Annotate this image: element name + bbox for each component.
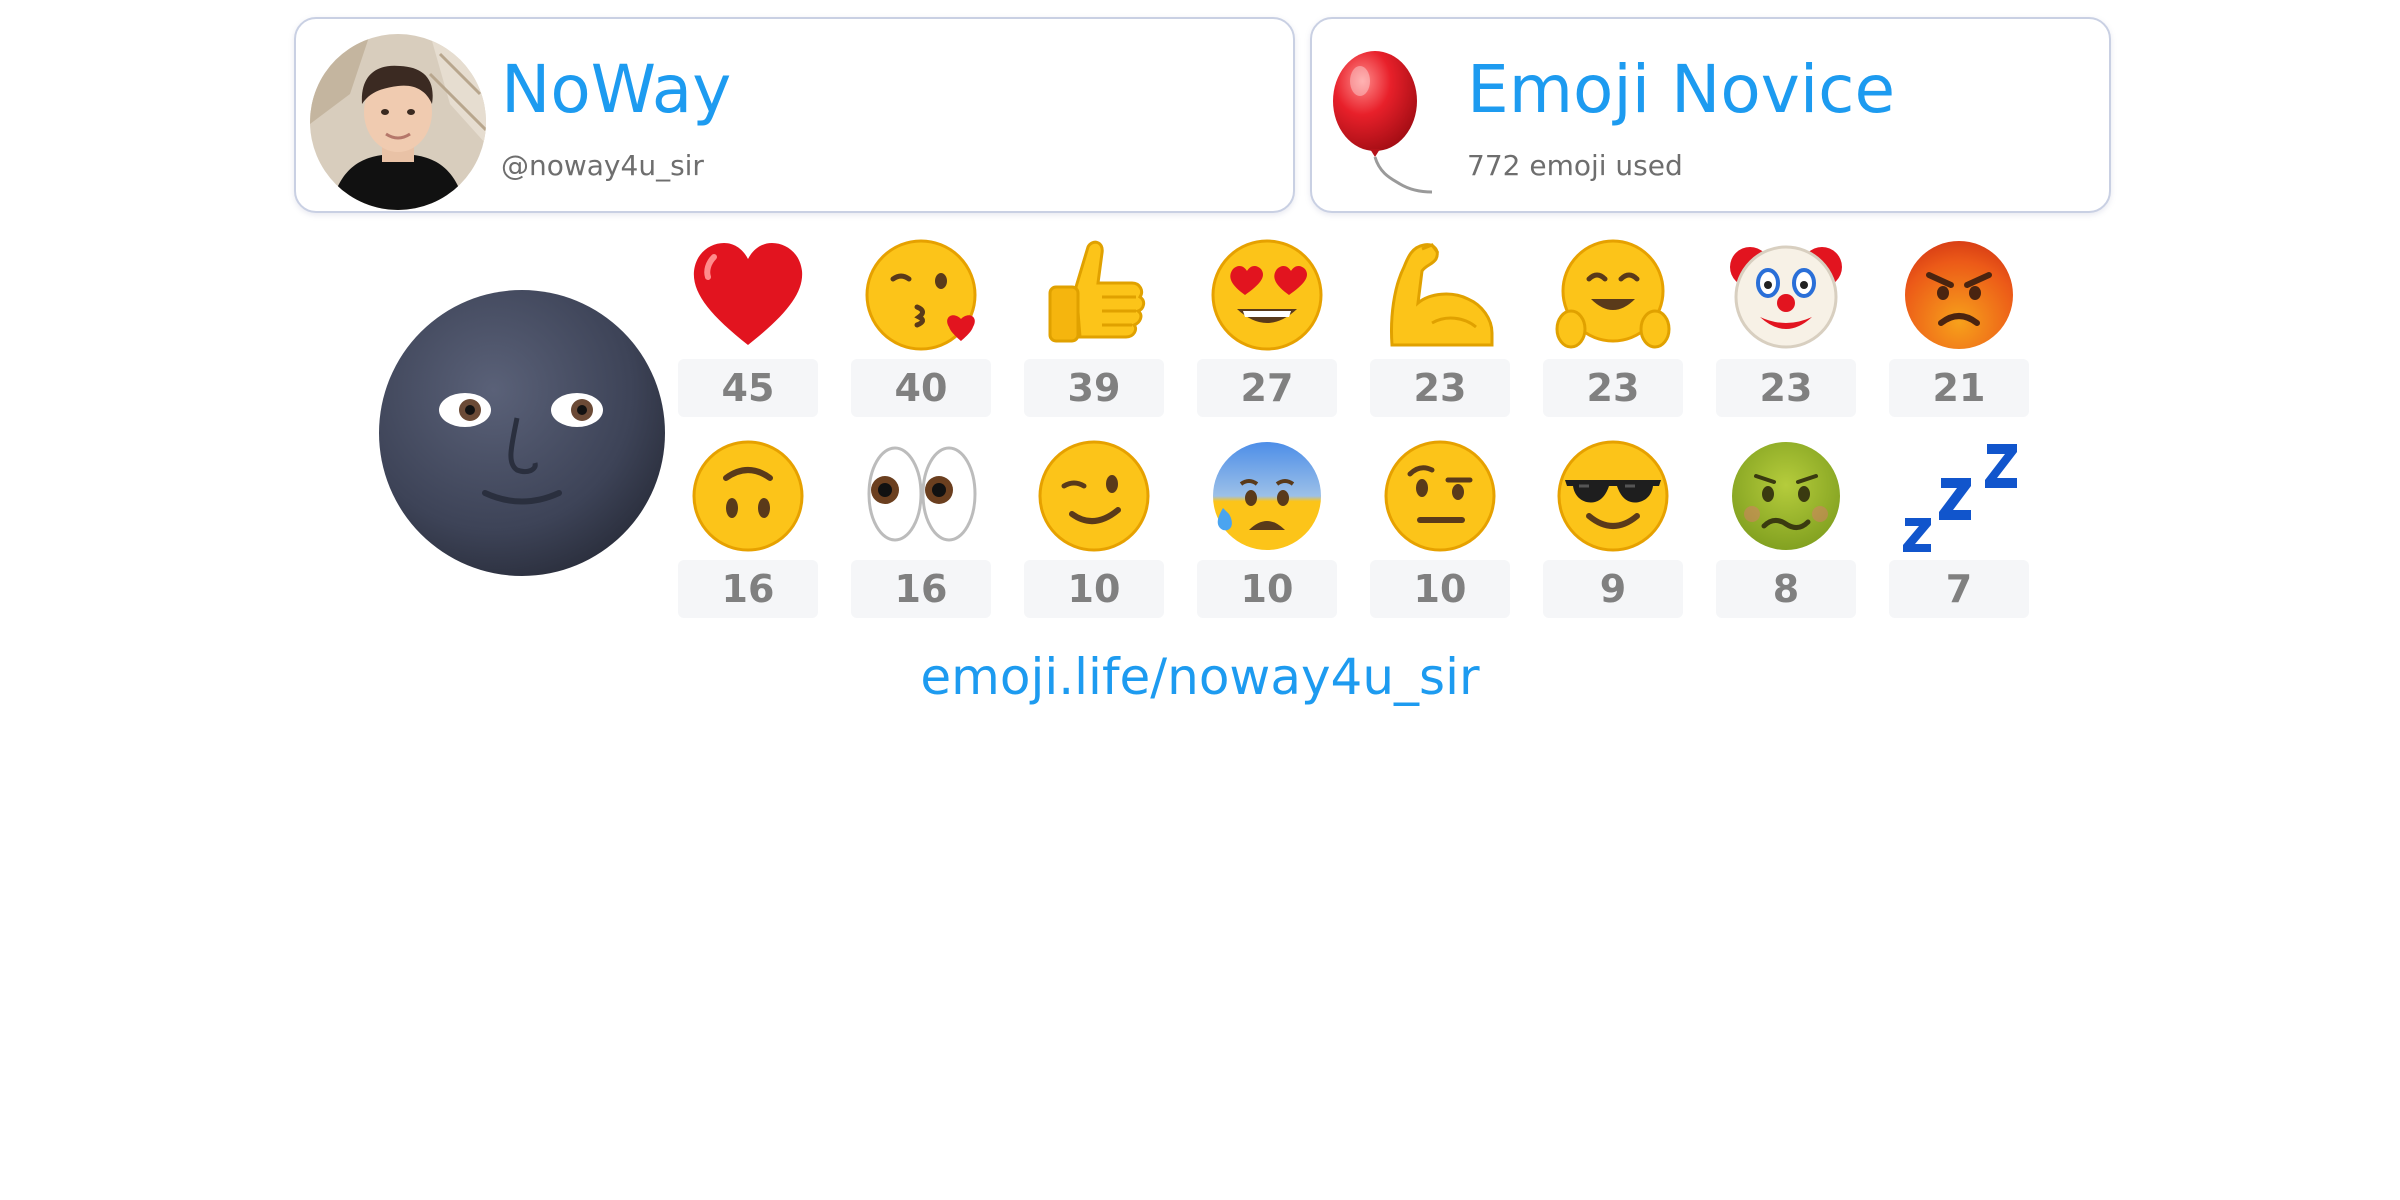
emoji-stats-grid: 45 40 39 27 23 23 23 21 16 16 10 10 10 9… [0,0,2400,700]
emoji-stat-item: 23 [1716,237,1856,427]
upside-down-face-icon [692,440,804,552]
red-heart-icon [693,243,803,345]
emoji-stat-item: 10 [1024,438,1164,628]
emoji-stat-item: 39 [1024,237,1164,427]
emoji-count: 10 [1024,560,1164,618]
emoji-count: 27 [1197,359,1337,417]
face-blowing-kiss-icon [865,239,977,351]
profile-link[interactable]: emoji.life/noway4u_sir [0,652,2400,702]
emoji-count: 16 [678,560,818,618]
emoji-count: 10 [1197,560,1337,618]
emoji-count: 10 [1370,560,1510,618]
nauseated-face-icon [1732,442,1840,550]
winking-face-icon [1038,440,1150,552]
emoji-stat-item: 9 [1543,438,1683,628]
emoji-count: 8 [1716,560,1856,618]
emoji-count: 39 [1024,359,1164,417]
emoji-stat-item: 16 [851,438,991,628]
emoji-stat-item: 10 [1370,438,1510,628]
emoji-count: 23 [1716,359,1856,417]
sunglasses-face-icon [1557,440,1669,552]
emoji-stat-item: 23 [1370,237,1510,427]
clown-face-icon [1730,245,1842,349]
emoji-count: 23 [1370,359,1510,417]
emoji-stat-item: 23 [1543,237,1683,427]
flexed-biceps-icon [1390,243,1494,347]
emoji-stat-item: 10 [1197,438,1337,628]
emoji-stat-item: 7 [1889,438,2029,628]
emoji-stats-page: NoWay @noway4u_sir Emoji Novice 772 emoj… [0,0,2400,1200]
emoji-stat-item: 45 [678,237,818,427]
emoji-count: 7 [1889,560,2029,618]
emoji-count: 16 [851,560,991,618]
emoji-stat-item: 40 [851,237,991,427]
raised-eyebrow-face-icon [1384,440,1496,552]
emoji-stat-item: 16 [678,438,818,628]
angry-face-icon [1905,241,2013,349]
emoji-stat-item: 27 [1197,237,1337,427]
eyes-icon [867,446,977,542]
emoji-stat-item: 21 [1889,237,2029,427]
emoji-count: 9 [1543,560,1683,618]
zzz-icon [1903,444,2017,552]
anxious-sweat-face-icon [1213,442,1321,550]
heart-eyes-icon [1211,239,1323,351]
emoji-count: 21 [1889,359,2029,417]
thumbs-up-icon [1048,240,1146,343]
emoji-count: 23 [1543,359,1683,417]
emoji-count: 40 [851,359,991,417]
emoji-count: 45 [678,359,818,417]
emoji-stat-item: 8 [1716,438,1856,628]
hugging-face-icon [1555,239,1671,349]
